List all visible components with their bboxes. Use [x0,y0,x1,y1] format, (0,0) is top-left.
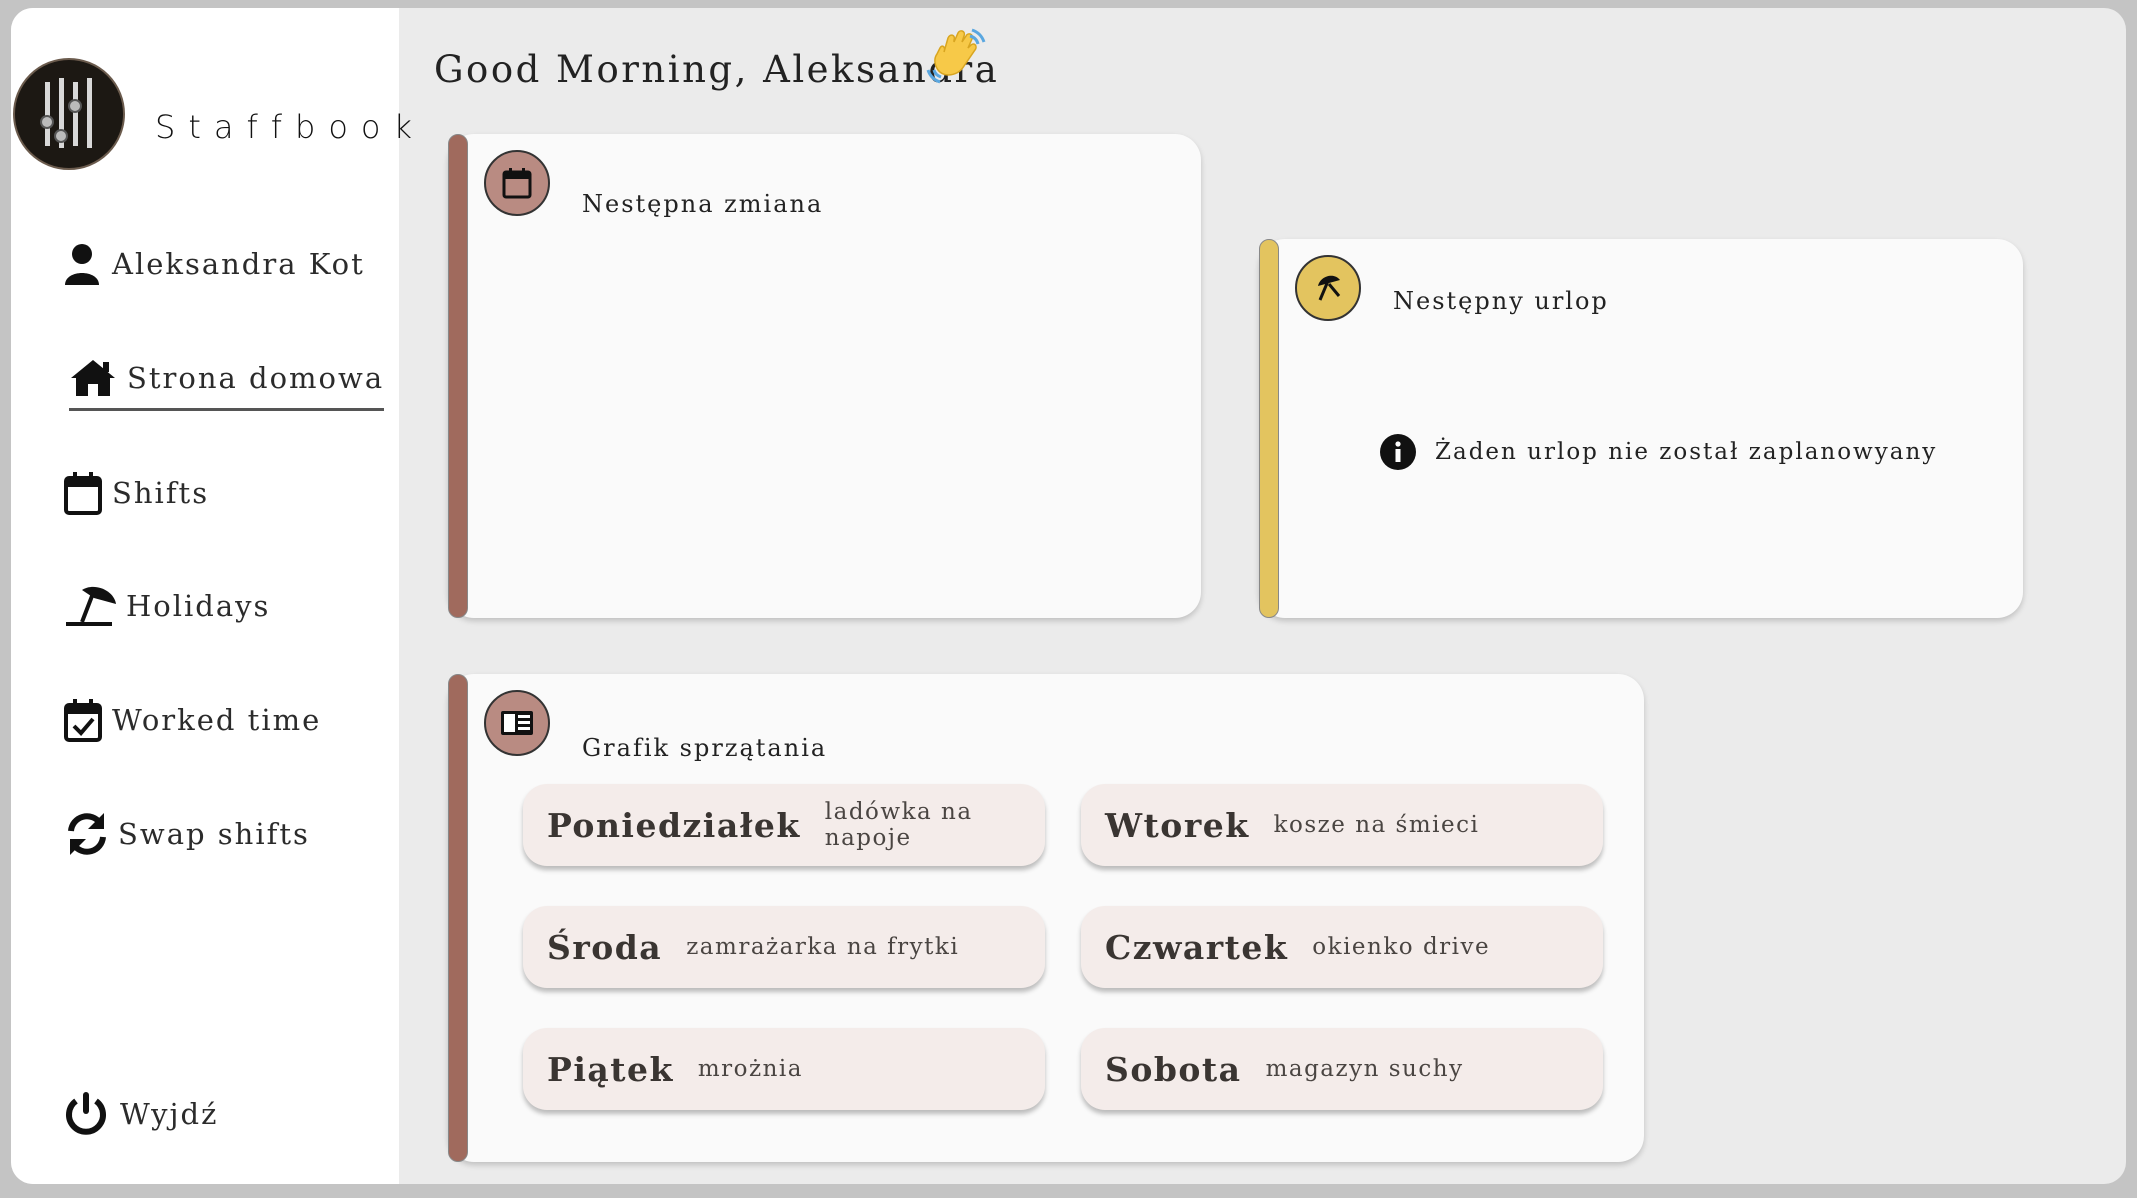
chore-task: okienko drive [1312,934,1491,960]
sidebar-item-label: Worked time [112,703,322,737]
calendar-icon [484,150,550,216]
chore-task: zamrażarka na frytki [686,934,960,960]
no-holiday-message: Żaden urlop nie został zaplanowyany [1379,433,1937,471]
sidebar-item-label: Aleksandra Kot [112,247,365,281]
sidebar-item-swap-shifts[interactable]: Swap shifts [64,810,310,858]
card-accent-bar [1259,239,1279,618]
cleaning-schedule-card: Grafik sprzątania Poniedziałek ladówka n… [448,674,1644,1162]
card-accent-bar [448,674,468,1162]
home-icon [69,354,127,402]
umbrella-icon [1295,255,1361,321]
sidebar: Staffbook Aleksandra Kot Strona domowa S… [11,8,412,1184]
umbrella-beach-icon [64,582,126,630]
chore-day: Piątek [547,1049,674,1089]
user-icon [64,240,112,288]
chore-task: kosze na śmieci [1273,812,1480,838]
chore-day: Poniedziałek [547,805,801,845]
sidebar-item-home[interactable]: Strona domowa [69,354,385,411]
sidebar-item-shifts[interactable]: Shifts [64,469,209,517]
page-title: Good Morning, Aleksandra [434,48,1000,91]
sidebar-item-label: Shifts [112,476,210,510]
next-holiday-card: Nestępny urlop Żaden urlop nie został za… [1259,239,2023,618]
chore-task: mrożnia [697,1056,803,1082]
brand-name: Staffbook [155,108,425,146]
chore-task: ladówka na napoje [824,799,973,851]
logout-button[interactable]: Wyjdź [64,1090,218,1138]
info-icon [1379,433,1417,471]
sidebar-item-profile[interactable]: Aleksandra Kot [64,240,365,288]
chore-day: Środa [547,927,663,967]
card-accent-bar [448,134,468,618]
sidebar-item-label: Strona domowa [127,361,385,395]
chore-item: Wtorek kosze na śmieci [1081,784,1603,866]
calendar-check-icon [64,696,112,744]
card-title: Grafik sprzątania [582,734,828,762]
chore-item: Piątek mrożnia [523,1028,1045,1110]
sync-icon [64,810,118,858]
chore-day: Wtorek [1105,805,1250,845]
next-shift-card: Nestępna zmiana [448,134,1201,618]
chore-item: Poniedziałek ladówka na napoje [523,784,1045,866]
power-icon [64,1090,120,1138]
chore-day: Czwartek [1105,927,1289,967]
sidebar-item-label: Holidays [126,589,271,623]
chore-task: magazyn suchy [1265,1056,1464,1082]
logout-label: Wyjdź [120,1097,219,1131]
chore-item: Środa zamrażarka na frytki [523,906,1045,988]
app-window: Staffbook Aleksandra Kot Strona domowa S… [11,8,2126,1184]
sidebar-item-label: Swap shifts [118,817,310,851]
info-text: Żaden urlop nie został zaplanowyany [1435,439,1938,465]
sidebar-item-worked-time[interactable]: Worked time [64,696,321,744]
sidebar-item-holidays[interactable]: Holidays [64,582,270,630]
newspaper-icon [484,690,550,756]
card-title: Nestępny urlop [1393,287,1609,315]
waving-hand-icon [926,26,988,92]
calendar-icon [64,469,112,517]
chore-day: Sobota [1105,1049,1242,1089]
chore-item: Czwartek okienko drive [1081,906,1603,988]
card-title: Nestępna zmiana [582,190,824,218]
chore-item: Sobota magazyn suchy [1081,1028,1603,1110]
staffbook-logo [13,58,125,170]
